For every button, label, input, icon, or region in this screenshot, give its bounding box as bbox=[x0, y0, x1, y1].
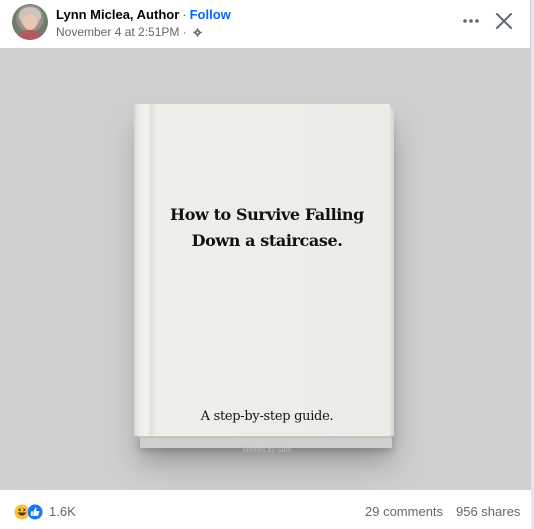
gear-icon[interactable] bbox=[193, 28, 202, 37]
follow-button[interactable]: Follow bbox=[190, 7, 231, 22]
more-options-icon[interactable] bbox=[458, 9, 484, 33]
book-credit: Memes by Sam bbox=[242, 447, 292, 454]
reaction-icons[interactable] bbox=[14, 503, 46, 521]
post-meta: November 4 at 2:51PM · bbox=[56, 25, 202, 39]
post-header: Lynn Miclea, Author · Follow November 4 at… bbox=[0, 0, 531, 48]
comments-count[interactable]: 29 comments bbox=[365, 504, 443, 519]
meta-separator: · bbox=[182, 25, 187, 39]
shares-count[interactable]: 956 shares bbox=[456, 504, 520, 519]
author-line: Lynn Miclea, Author · Follow bbox=[56, 7, 231, 22]
book-title-line-2: Down a staircase. bbox=[191, 231, 343, 250]
author-name[interactable]: Lynn Miclea, Author bbox=[56, 7, 179, 22]
book-title-line-1: How to Survive Falling bbox=[170, 205, 364, 224]
like-icon bbox=[27, 504, 43, 520]
close-icon[interactable] bbox=[492, 9, 516, 33]
reaction-count[interactable]: 1.6K bbox=[49, 504, 76, 519]
post-card: Lynn Miclea, Author · Follow November 4 at… bbox=[0, 0, 531, 529]
book-cover: How to Survive Falling Down a staircase.… bbox=[134, 104, 390, 454]
book-title: How to Survive Falling Down a staircase. bbox=[134, 202, 400, 254]
post-footer: 1.6K 29 comments 956 shares bbox=[0, 490, 531, 529]
post-image[interactable]: How to Survive Falling Down a staircase.… bbox=[0, 48, 531, 490]
name-separator: · bbox=[182, 7, 187, 22]
author-avatar[interactable] bbox=[12, 4, 48, 40]
book-subtitle: A step-by-step guide. bbox=[200, 409, 334, 424]
post-timestamp[interactable]: November 4 at 2:51PM bbox=[56, 25, 179, 39]
